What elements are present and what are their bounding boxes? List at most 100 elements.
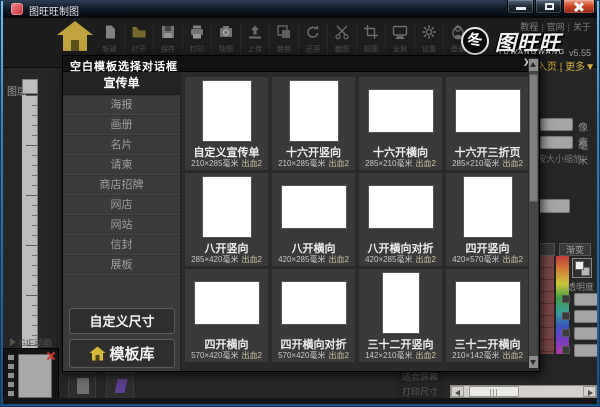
cutout-icon <box>357 24 385 42</box>
app-body: 模板库 新建打开保存打印快照上传替换还原截图抠图全屏设置登录 教程|官网|关于 … <box>3 18 597 404</box>
toolbar-items: 新建打开保存打印快照上传替换还原截图抠图全屏设置登录 <box>95 24 472 55</box>
play-icon[interactable] <box>10 338 16 346</box>
toolbar-open-folder[interactable]: 打开 <box>124 24 153 55</box>
sidebar-category-2[interactable]: 海报 <box>63 95 180 115</box>
asset-thumbnail-effect[interactable] <box>106 372 134 400</box>
template-size: 285×420毫米出血2 <box>185 254 268 265</box>
toolbar-save[interactable]: 保存 <box>153 24 182 55</box>
toolbar-fullscreen[interactable]: 全屏 <box>385 24 414 55</box>
sidebar-category-10[interactable]: 展板 <box>63 255 180 275</box>
panel-swatch-2 <box>562 312 570 320</box>
panel-input-3[interactable] <box>574 327 597 340</box>
close-button[interactable] <box>563 0 595 14</box>
toolbar-upload[interactable]: 上传 <box>240 24 269 55</box>
toolbar-item-label: 截图 <box>329 45 354 55</box>
scroll-down-icon[interactable] <box>529 356 538 368</box>
template-thumbnail <box>195 282 259 324</box>
template-card-10[interactable]: 四开横向对折570×420毫米出血2 <box>272 269 355 362</box>
sidebar-category-6[interactable]: 商店招牌 <box>63 175 180 195</box>
template-size: 210×142毫米出血2 <box>446 350 529 361</box>
panel-swatch-3 <box>562 329 570 337</box>
template-thumbnail <box>282 282 346 324</box>
pixel-width-input[interactable] <box>540 118 573 131</box>
toolbar-screenshot[interactable]: 截图 <box>327 24 356 55</box>
maximize-button[interactable] <box>535 0 562 14</box>
hscroll-thumb[interactable] <box>469 386 519 397</box>
custom-size-button[interactable]: 自定义尺寸 <box>69 308 175 334</box>
template-thumbnail <box>383 273 419 333</box>
toolbar-snapshot[interactable]: 快照 <box>211 24 240 55</box>
fit-screen-button[interactable]: 适合屏幕 <box>396 371 444 383</box>
scroll-left-icon[interactable] <box>451 386 464 397</box>
template-thumbnail <box>203 81 251 141</box>
template-card-12[interactable]: 三十二开横向210×142毫米出血2 <box>446 269 529 362</box>
sidebar-category-1[interactable]: 宣传单 <box>63 72 180 95</box>
template-grid: 自定义宣传单210×285毫米出血2十六开竖向210×285毫米出血2十六开横向… <box>182 72 527 371</box>
template-card-3[interactable]: 十六开横向285×210毫米出血2 <box>359 77 442 170</box>
sidebar-category-7[interactable]: 网店 <box>63 195 180 215</box>
sidebar-category-3[interactable]: 画册 <box>63 115 180 135</box>
toolbar-new-doc[interactable]: 新建 <box>95 24 124 55</box>
vscroll-thumb[interactable] <box>529 74 538 202</box>
delete-frame-icon[interactable] <box>46 351 56 361</box>
sidebar-category-4[interactable]: 名片 <box>63 135 180 155</box>
color-swatch-icon[interactable] <box>572 258 592 278</box>
dialog-sidebar: 宣传单海报画册名片请柬商店招牌网店网站信封展板 自定义尺寸 模板库 <box>63 72 181 371</box>
template-card-8[interactable]: 四开竖向420×570毫米出血2 <box>446 173 529 266</box>
template-thumbnail <box>369 90 433 132</box>
toolbar-item-label: 还原 <box>300 45 325 55</box>
link-3[interactable]: 关于 <box>573 22 591 32</box>
dialog-scrollbar[interactable] <box>528 58 539 369</box>
scroll-up-icon[interactable] <box>529 59 538 71</box>
toolbar-item-label: 打开 <box>126 45 151 55</box>
template-thumbnail <box>203 177 251 237</box>
panel-input-4[interactable] <box>574 344 597 357</box>
toolbar-settings[interactable]: 设置 <box>414 24 443 55</box>
value-input[interactable] <box>538 199 570 213</box>
new-doc-icon <box>95 24 124 42</box>
horizontal-scrollbar[interactable] <box>450 385 597 398</box>
template-thumbnail <box>369 186 433 228</box>
effect-icon <box>115 379 128 393</box>
template-card-5[interactable]: 八开竖向285×420毫米出血2 <box>185 173 268 266</box>
template-size: 210×285毫米出血2 <box>185 158 268 169</box>
toolbar-print[interactable]: 打印 <box>182 24 211 55</box>
scroll-right-icon[interactable] <box>583 386 596 397</box>
print-size-button[interactable]: 打印尺寸 <box>396 386 444 398</box>
minimize-button[interactable] <box>507 0 534 14</box>
undo-icon <box>299 24 327 42</box>
home-icon <box>55 20 95 54</box>
template-card-2[interactable]: 十六开竖向210×285毫米出血2 <box>272 77 355 170</box>
template-card-7[interactable]: 八开横向对折420×285毫米出血2 <box>359 173 442 266</box>
color-palette[interactable] <box>556 256 569 354</box>
template-card-6[interactable]: 八开横向420×285毫米出血2 <box>272 173 355 266</box>
toolbar-undo[interactable]: 还原 <box>298 24 327 55</box>
toolbar-item-label: 设置 <box>416 45 441 55</box>
template-library-button[interactable]: 模板库 <box>69 339 175 368</box>
template-size: 420×285毫米出血2 <box>272 254 355 265</box>
toolbar-item-label: 全屏 <box>387 45 412 55</box>
mm-input[interactable] <box>540 136 573 149</box>
panel-input-1[interactable] <box>574 293 597 306</box>
template-card-4[interactable]: 十六开三折页285×210毫米出血2 <box>446 77 529 170</box>
asset-thumbnail-front[interactable] <box>68 372 96 400</box>
toolbar-replace[interactable]: 替换 <box>269 24 298 55</box>
toolbar-item-label: 快照 <box>213 45 238 55</box>
scale-by-size-label[interactable]: 按大小缩放 <box>537 152 582 165</box>
template-thumbnail <box>464 177 512 237</box>
gradient-tab[interactable]: 渐变 <box>559 243 591 256</box>
template-card-11[interactable]: 三十二开竖向142×210毫米出血2 <box>359 269 442 362</box>
panel-input-2[interactable] <box>574 310 597 323</box>
template-size: 420×285毫米出血2 <box>359 254 442 265</box>
template-card-9[interactable]: 四开横向570×420毫米出血2 <box>185 269 268 362</box>
sidebar-category-9[interactable]: 信封 <box>63 235 180 255</box>
sidebar-category-5[interactable]: 请柬 <box>63 155 180 175</box>
template-card-1[interactable]: 自定义宣传单210×285毫米出血2 <box>185 77 268 170</box>
minimize-icon <box>516 7 526 10</box>
blank-template-dialog: 空白模板选择对话框 X 宣传单海报画册名片请柬商店招牌网店网站信封展板 自定义尺… <box>62 55 540 372</box>
shade-palette[interactable] <box>540 256 554 354</box>
toolbar-item-label: 抠图 <box>358 45 383 55</box>
toolbar-cutout[interactable]: 抠图 <box>356 24 385 55</box>
sidebar-category-8[interactable]: 网站 <box>63 215 180 235</box>
gif-filmstrip-panel[interactable] <box>3 348 59 404</box>
